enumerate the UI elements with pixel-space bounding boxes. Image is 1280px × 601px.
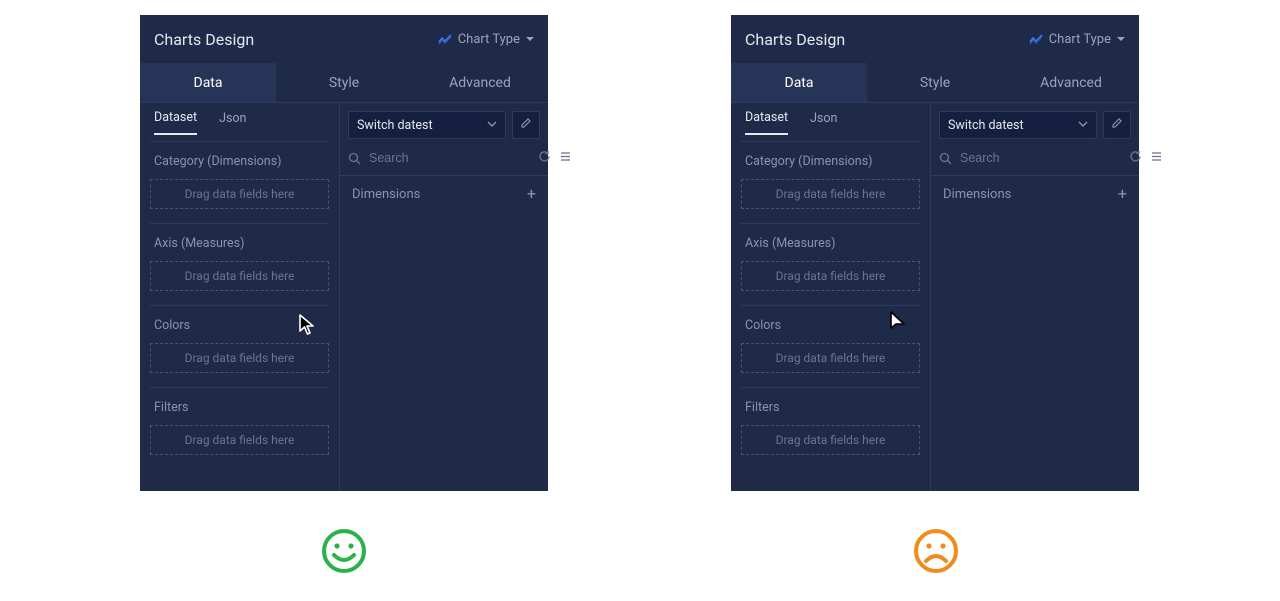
subtab-dataset[interactable]: Dataset: [154, 110, 197, 135]
switch-dataset-label: Switch datest: [357, 118, 433, 133]
tab-data[interactable]: Data: [140, 63, 276, 102]
chart-type-dropdown[interactable]: Chart Type: [1029, 32, 1125, 47]
section-filters: Filters Drag data fields here: [741, 387, 920, 469]
sub-tabs: Dataset Json: [150, 103, 329, 141]
dropzone-axis[interactable]: Drag data fields here: [741, 261, 920, 291]
section-axis: Axis (Measures) Drag data fields here: [741, 223, 920, 305]
dimensions-label: Dimensions: [943, 187, 1011, 202]
search-input[interactable]: [958, 147, 1123, 169]
panel-bad: Charts Design Chart Type Data Style Adva…: [731, 15, 1139, 491]
section-filters-label: Filters: [741, 400, 920, 415]
dataset-column: Switch datest: [340, 103, 548, 491]
section-axis-label: Axis (Measures): [741, 236, 920, 251]
search-input[interactable]: [367, 147, 532, 169]
section-category-label: Category (Dimensions): [741, 154, 920, 169]
switch-dataset-select[interactable]: Switch datest: [348, 111, 506, 139]
section-colors: Colors Drag data fields here: [741, 305, 920, 387]
tab-data[interactable]: Data: [731, 63, 867, 102]
search-icon: [939, 152, 952, 165]
fields-column: Dataset Json Category (Dimensions) Drag …: [140, 103, 340, 491]
chart-type-label: Chart Type: [458, 32, 520, 47]
add-dimension-button[interactable]: +: [1118, 186, 1127, 202]
search-icon: [348, 152, 361, 165]
subtab-dataset[interactable]: Dataset: [745, 110, 788, 135]
chart-line-icon: [1029, 33, 1043, 45]
dropzone-axis[interactable]: Drag data fields here: [150, 261, 329, 291]
sub-tabs: Dataset Json: [741, 103, 920, 141]
edit-dataset-button[interactable]: [1103, 111, 1131, 139]
refresh-icon[interactable]: [538, 150, 551, 167]
panel-body: Dataset Json Category (Dimensions) Drag …: [731, 103, 1139, 491]
section-filters-label: Filters: [150, 400, 329, 415]
chart-type-label: Chart Type: [1049, 32, 1111, 47]
list-icon[interactable]: [559, 150, 572, 167]
switch-dataset-select[interactable]: Switch datest: [939, 111, 1097, 139]
chevron-down-icon: [1078, 118, 1088, 133]
edit-dataset-button[interactable]: [512, 111, 540, 139]
search-row: [931, 145, 1139, 175]
dimensions-row: Dimensions +: [340, 175, 548, 212]
section-axis: Axis (Measures) Drag data fields here: [150, 223, 329, 305]
tab-advanced[interactable]: Advanced: [1003, 63, 1139, 102]
tab-style[interactable]: Style: [867, 63, 1003, 102]
dataset-column: Switch datest: [931, 103, 1139, 491]
section-category: Category (Dimensions) Drag data fields h…: [150, 141, 329, 223]
dropzone-filters[interactable]: Drag data fields here: [741, 425, 920, 455]
chevron-down-icon: [487, 118, 497, 133]
dropzone-filters[interactable]: Drag data fields here: [150, 425, 329, 455]
panel-header: Charts Design Chart Type: [731, 15, 1139, 63]
main-tabs: Data Style Advanced: [731, 63, 1139, 103]
panel-good: Charts Design Chart Type Data Style Adva…: [140, 15, 548, 491]
caret-down-icon: [1117, 37, 1125, 41]
search-row: [340, 145, 548, 175]
section-colors-label: Colors: [150, 318, 329, 333]
dimensions-label: Dimensions: [352, 187, 420, 202]
dropzone-category[interactable]: Drag data fields here: [150, 179, 329, 209]
fields-column: Dataset Json Category (Dimensions) Drag …: [731, 103, 931, 491]
refresh-icon[interactable]: [1129, 150, 1142, 167]
panel-body: Dataset Json Category (Dimensions) Drag …: [140, 103, 548, 491]
main-tabs: Data Style Advanced: [140, 63, 548, 103]
panel-title: Charts Design: [154, 30, 254, 49]
section-category-label: Category (Dimensions): [150, 154, 329, 169]
switch-row: Switch datest: [931, 103, 1139, 145]
dropzone-colors[interactable]: Drag data fields here: [150, 343, 329, 373]
section-colors-label: Colors: [741, 318, 920, 333]
edit-icon: [520, 117, 532, 133]
section-axis-label: Axis (Measures): [150, 236, 329, 251]
frown-icon: [912, 527, 960, 575]
dropzone-colors[interactable]: Drag data fields here: [741, 343, 920, 373]
tab-advanced[interactable]: Advanced: [412, 63, 548, 102]
chart-line-icon: [438, 33, 452, 45]
switch-row: Switch datest: [340, 103, 548, 145]
dimensions-row: Dimensions +: [931, 175, 1139, 212]
panel-title: Charts Design: [745, 30, 845, 49]
edit-icon: [1111, 117, 1123, 133]
list-icon[interactable]: [1150, 150, 1163, 167]
subtab-json[interactable]: Json: [219, 111, 246, 134]
section-filters: Filters Drag data fields here: [150, 387, 329, 469]
caret-down-icon: [526, 37, 534, 41]
section-colors: Colors Drag data fields here: [150, 305, 329, 387]
dropzone-category[interactable]: Drag data fields here: [741, 179, 920, 209]
add-dimension-button[interactable]: +: [527, 186, 536, 202]
section-category: Category (Dimensions) Drag data fields h…: [741, 141, 920, 223]
smile-icon: [320, 527, 368, 575]
switch-dataset-label: Switch datest: [948, 118, 1024, 133]
panel-header: Charts Design Chart Type: [140, 15, 548, 63]
tab-style[interactable]: Style: [276, 63, 412, 102]
chart-type-dropdown[interactable]: Chart Type: [438, 32, 534, 47]
subtab-json[interactable]: Json: [810, 111, 837, 134]
